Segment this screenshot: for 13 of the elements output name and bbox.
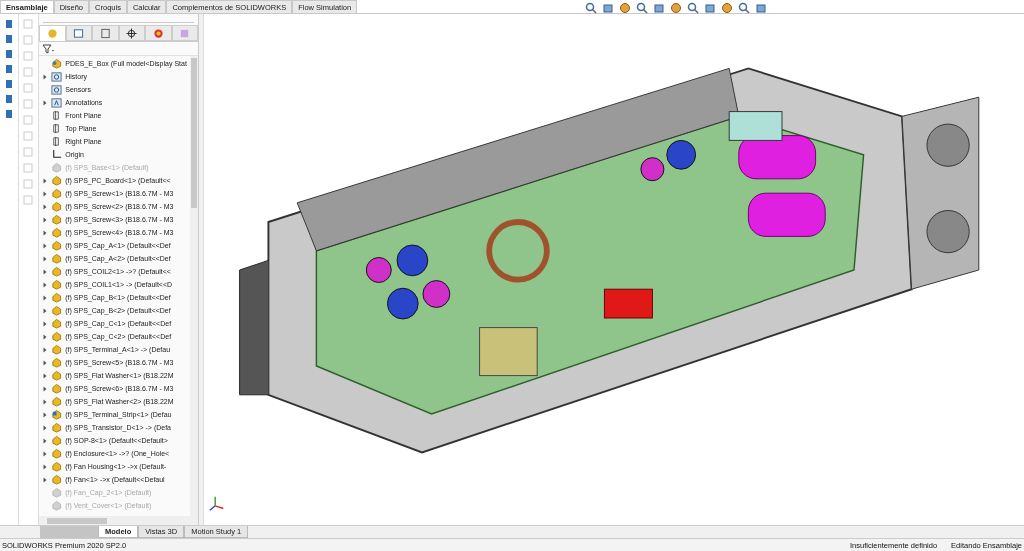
sphere-icon: [152, 27, 164, 39]
appearance-tab[interactable]: [145, 25, 172, 41]
expand-arrow-icon[interactable]: [42, 99, 49, 106]
horizontal-scrollbar[interactable]: [39, 516, 199, 525]
properties-tab[interactable]: [65, 25, 93, 41]
dimxpert-tab[interactable]: [118, 25, 146, 41]
config-tab[interactable]: [92, 25, 119, 41]
filter-icon[interactable]: [42, 43, 57, 54]
crosshair-icon: [126, 27, 138, 39]
zoom-fit-icon[interactable]: [585, 1, 598, 14]
vertical-scrollbar[interactable]: [190, 56, 199, 516]
expand-arrow-icon[interactable]: [42, 73, 49, 80]
axis-triad-icon: [208, 495, 226, 513]
